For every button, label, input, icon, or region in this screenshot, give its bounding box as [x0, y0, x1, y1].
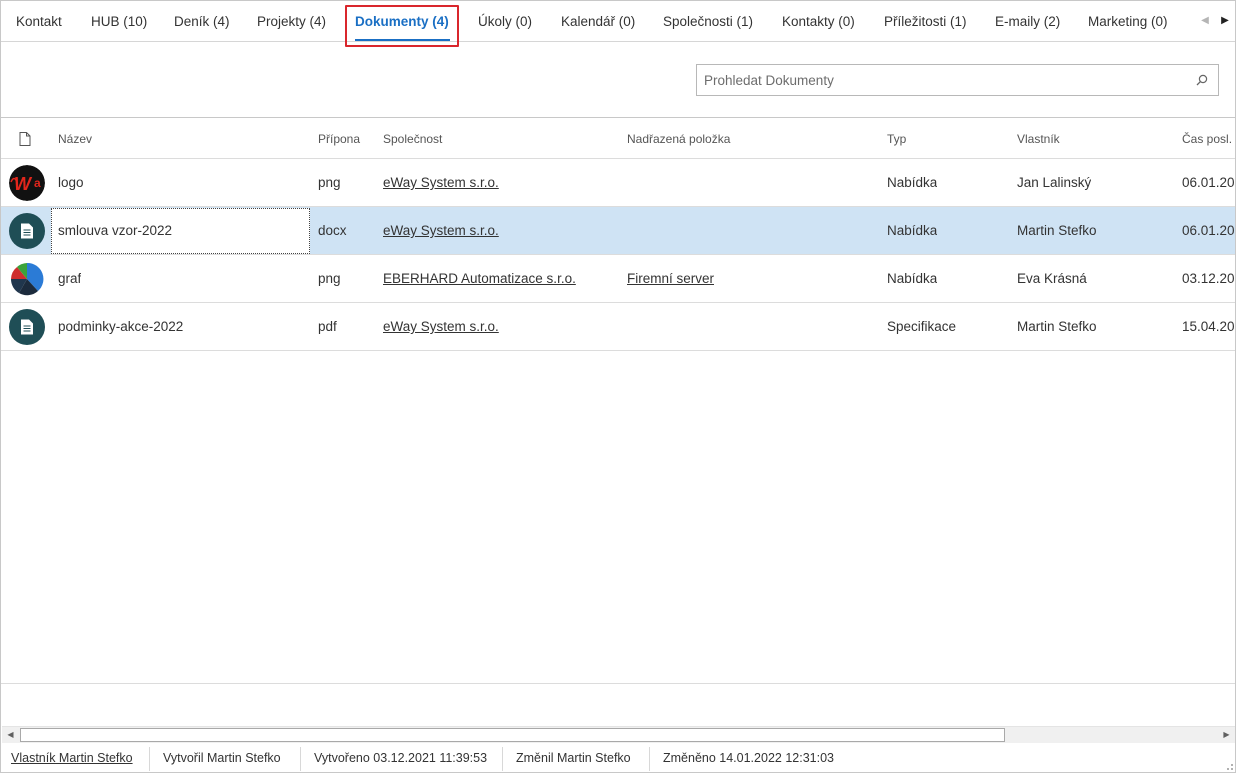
divider [1, 683, 1235, 684]
horizontal-scrollbar[interactable]: ◀ ▶ [2, 726, 1235, 743]
company-logo-thumbnail: W a [9, 165, 45, 201]
tab-kontakt[interactable]: Kontakt [16, 1, 62, 42]
cell-name: graf [58, 271, 82, 286]
cell-owner: Eva Krásná [1017, 271, 1087, 286]
search-input[interactable] [697, 65, 1177, 95]
file-icon [19, 132, 31, 146]
column-header-nadrazena-polozka[interactable]: Nadřazená položka [627, 119, 730, 159]
cell-last-changed: 03.12.20 [1182, 271, 1235, 286]
divider [149, 747, 150, 771]
tab-denik[interactable]: Deník (4) [174, 1, 230, 42]
cell-last-changed: 15.04.20 [1182, 319, 1235, 334]
scroll-left-icon[interactable]: ◀ [2, 727, 19, 743]
cell-type: Specifikace [887, 319, 957, 334]
document-icon [9, 213, 45, 249]
grid-header: Název Přípona Společnost Nadřazená polož… [1, 119, 1235, 159]
cell-parent-item-link[interactable]: Firemní server [627, 255, 714, 302]
tab-hub[interactable]: HUB (10) [91, 1, 147, 42]
cell-type: Nabídka [887, 271, 938, 286]
tab-ukoly[interactable]: Úkoly (0) [478, 1, 532, 42]
divider [502, 747, 503, 771]
tabs-scroll-right-icon[interactable]: ▶ [1218, 13, 1232, 29]
status-owner-link[interactable]: Vlastník Martin Stefko [11, 743, 133, 772]
svg-text:a: a [34, 176, 41, 190]
svg-text:W: W [14, 174, 33, 194]
documents-window: Kontakt HUB (10) Deník (4) Projekty (4) … [0, 0, 1236, 773]
cell-name: smlouva vzor-2022 [51, 208, 310, 254]
cell-owner: Jan Lalinský [1017, 175, 1092, 190]
tab-emaily[interactable]: E-maily (2) [995, 1, 1060, 42]
column-header-spolecnost[interactable]: Společnost [383, 119, 442, 159]
cell-owner: Martin Stefko [1017, 319, 1097, 334]
column-header-cas-posl-zmeny[interactable]: Čas posl. z [1182, 119, 1235, 159]
active-tab-underline [355, 39, 450, 41]
tab-kalendar[interactable]: Kalendář (0) [561, 1, 635, 42]
tabs-scroll-left-icon[interactable]: ◀ [1198, 13, 1212, 29]
status-changed-by: Změnil Martin Stefko [516, 751, 631, 765]
search-icon[interactable] [1195, 73, 1209, 87]
column-header-nazev[interactable]: Název [58, 119, 92, 159]
cell-owner: Martin Stefko [1017, 223, 1097, 238]
cell-extension: png [318, 271, 341, 286]
pie-chart-thumbnail [9, 261, 45, 297]
cell-company-link[interactable]: eWay System s.r.o. [383, 207, 499, 254]
tab-kontakty[interactable]: Kontakty (0) [782, 1, 855, 42]
status-changed: Změněno 14.01.2022 12:31:03 [663, 751, 834, 765]
cell-type: Nabídka [887, 223, 938, 238]
status-created: Vytvořeno 03.12.2021 11:39:53 [314, 751, 488, 765]
status-bar: Vlastník Martin Stefko Vytvořil Martin S… [1, 743, 1235, 772]
documents-grid: Název Přípona Společnost Nadřazená polož… [1, 119, 1235, 683]
search-box [696, 64, 1219, 96]
cell-company-link[interactable]: EBERHARD Automatizace s.r.o. [383, 255, 576, 302]
cell-name: logo [58, 175, 84, 190]
tab-projekty[interactable]: Projekty (4) [257, 1, 326, 42]
tab-spolecnosti[interactable]: Společnosti (1) [663, 1, 753, 42]
table-row[interactable]: W a logo png eWay System s.r.o. Nabídka … [1, 159, 1235, 207]
resize-grip-icon[interactable] [1224, 761, 1234, 771]
cell-last-changed: 06.01.20 [1182, 223, 1235, 238]
column-header-typ[interactable]: Typ [887, 119, 906, 159]
cell-extension: png [318, 175, 341, 190]
table-row[interactable]: podminky-akce-2022 pdf eWay System s.r.o… [1, 303, 1235, 351]
cell-extension: pdf [318, 319, 337, 334]
divider [649, 747, 650, 771]
cell-extension: docx [318, 223, 347, 238]
cell-last-changed: 06.01.20 [1182, 175, 1235, 190]
cell-company-link[interactable]: eWay System s.r.o. [383, 303, 499, 350]
cell-company-link[interactable]: eWay System s.r.o. [383, 159, 499, 206]
table-row[interactable]: graf png EBERHARD Automatizace s.r.o. Fi… [1, 255, 1235, 303]
cell-name: podminky-akce-2022 [58, 319, 184, 334]
tab-marketing[interactable]: Marketing (0) [1088, 1, 1168, 42]
cell-type: Nabídka [887, 175, 938, 190]
column-header-pripona[interactable]: Přípona [318, 119, 360, 159]
scrollbar-thumb[interactable] [20, 728, 1005, 742]
tab-bar: Kontakt HUB (10) Deník (4) Projekty (4) … [1, 1, 1235, 47]
toolbar [1, 42, 1235, 118]
column-header-vlastnik[interactable]: Vlastník [1017, 119, 1060, 159]
tab-dokumenty[interactable]: Dokumenty (4) [355, 1, 449, 42]
status-created-by: Vytvořil Martin Stefko [163, 751, 281, 765]
scroll-right-icon[interactable]: ▶ [1218, 727, 1235, 743]
divider [300, 747, 301, 771]
table-row-selected[interactable]: smlouva vzor-2022 docx eWay System s.r.o… [1, 207, 1235, 255]
tab-prilezitosti[interactable]: Příležitosti (1) [884, 1, 967, 42]
document-icon [9, 309, 45, 345]
